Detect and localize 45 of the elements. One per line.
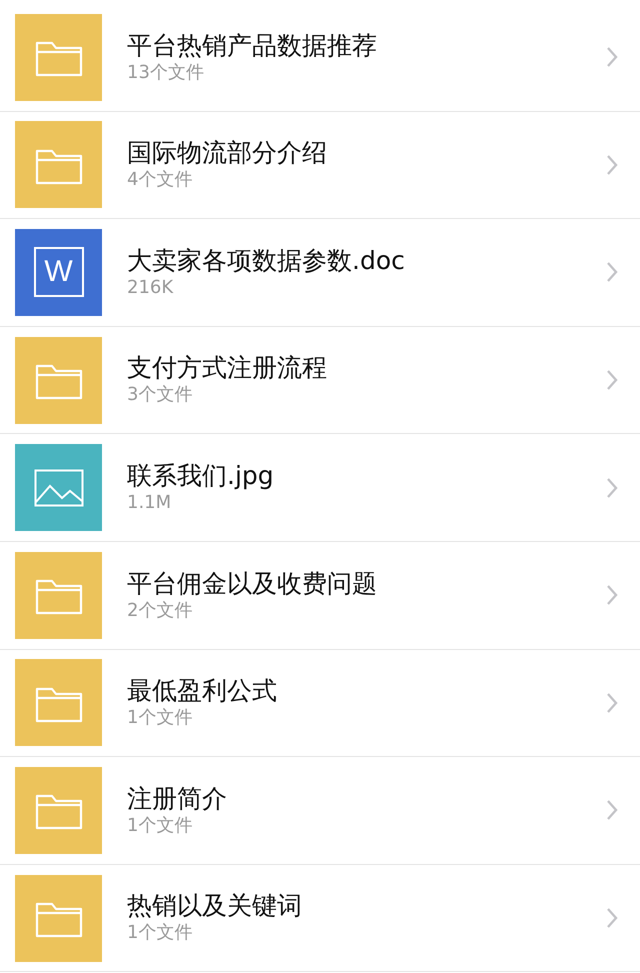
folder-icon xyxy=(15,14,102,101)
folder-icon xyxy=(15,766,102,854)
folder-icon xyxy=(15,336,102,424)
chevron-icon xyxy=(606,46,618,68)
file-name: 最低盈利公式 xyxy=(127,676,278,706)
chevron-icon xyxy=(606,261,618,284)
file-info: 3个文件 xyxy=(127,383,194,407)
file-name: 平台佣金以及收费问题 xyxy=(127,568,378,599)
file-row[interactable]: 支付方式注册流程 3个文件 xyxy=(0,326,640,434)
chevron-icon xyxy=(606,584,618,606)
file-name: 国际物流部分介绍 xyxy=(127,138,328,168)
chevron-icon xyxy=(606,692,618,714)
folder-icon xyxy=(15,659,102,746)
file-row[interactable]: W 大卖家各项数据参数.doc 216K xyxy=(0,219,640,327)
folder-icon xyxy=(15,121,102,208)
file-info: 1.1M xyxy=(127,490,172,514)
chevron-icon xyxy=(606,154,618,176)
chevron-icon xyxy=(606,369,618,392)
file-name: 大卖家各项数据参数.doc xyxy=(127,246,406,276)
file-name: 注册简介 xyxy=(127,784,228,814)
file-info: 4个文件 xyxy=(127,168,194,192)
file-row[interactable]: 联系我们.jpg 1.1M xyxy=(0,434,640,542)
file-name: 平台热销产品数据推荐 xyxy=(127,30,378,61)
file-row[interactable]: 最低盈利公式 1个文件 xyxy=(0,650,640,758)
word-document-icon: W xyxy=(15,228,102,316)
file-name: 联系我们.jpg xyxy=(127,460,275,491)
file-row[interactable]: 国际物流部分介绍 4个文件 xyxy=(0,112,640,220)
file-name: 支付方式注册流程 xyxy=(127,353,328,384)
file-row[interactable]: 平台佣金以及收费问题 2个文件 xyxy=(0,542,640,650)
folder-icon xyxy=(15,552,102,639)
folder-icon xyxy=(15,874,102,962)
file-info: 13个文件 xyxy=(127,60,205,84)
file-info: 1个文件 xyxy=(127,706,194,730)
file-name: 热销以及关键词 xyxy=(127,891,303,922)
file-info: 2个文件 xyxy=(127,598,194,622)
file-row[interactable]: 热销以及关键词 1个文件 xyxy=(0,864,640,972)
chevron-icon xyxy=(606,799,618,822)
image-icon xyxy=(15,444,102,532)
file-row[interactable]: 平台热销产品数据推荐 13个文件 xyxy=(0,4,640,112)
file-info: 1个文件 xyxy=(127,814,194,838)
chevron-icon xyxy=(606,907,618,930)
chevron-icon xyxy=(606,476,618,499)
file-info: 216K xyxy=(127,276,174,300)
file-info: 1个文件 xyxy=(127,921,194,945)
file-row[interactable]: 注册简介 1个文件 xyxy=(0,757,640,865)
